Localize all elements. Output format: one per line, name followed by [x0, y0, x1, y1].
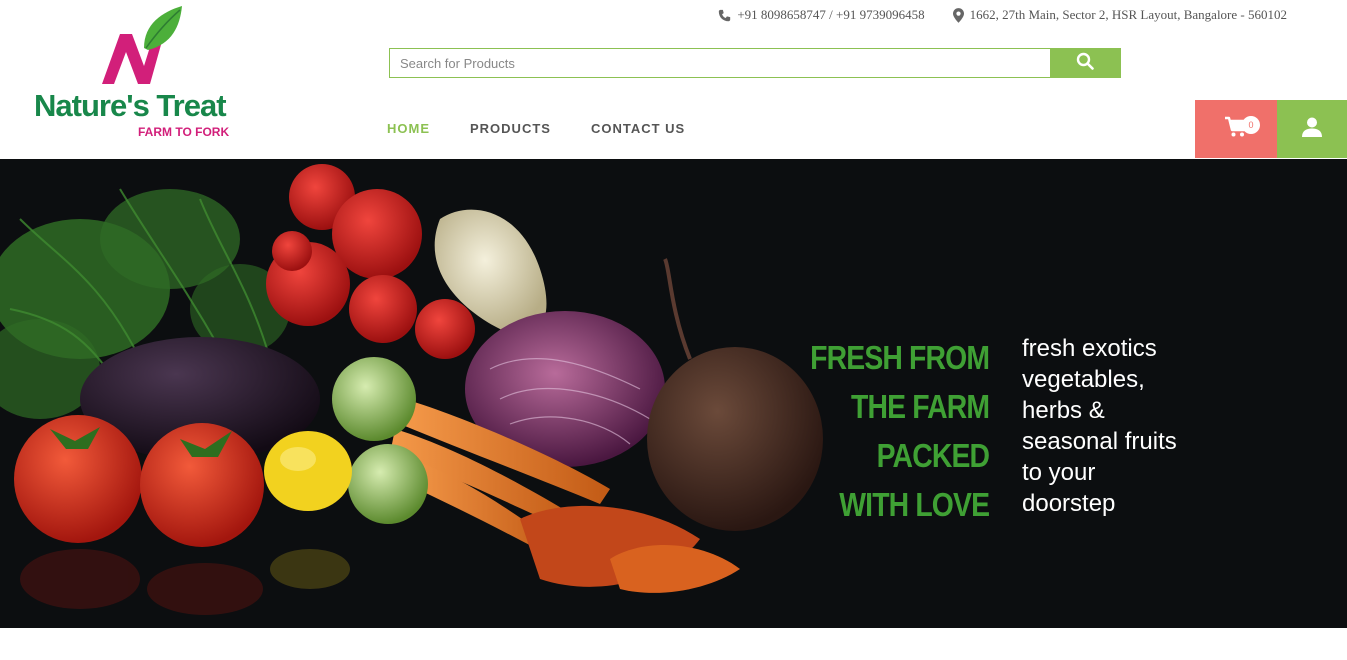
logo-tagline: FARM TO FORK — [138, 125, 230, 139]
hero-banner: FRESH FROM THE FARM PACKED WITH LOVE fre… — [0, 159, 1347, 628]
phone-numbers[interactable]: +91 8098658747 / +91 9739096458 — [737, 7, 924, 23]
user-icon — [1301, 116, 1323, 143]
hero-slogan: FRESH FROM THE FARM PACKED WITH LOVE — [809, 333, 990, 529]
description-line: vegetables, — [1022, 366, 1145, 393]
cart-button[interactable]: 0 — [1195, 100, 1277, 158]
description-line: seasonal fruits — [1022, 428, 1177, 455]
search-icon — [1076, 52, 1094, 75]
page: +91 8098658747 / +91 9739096458 1662, 27… — [0, 0, 1347, 660]
search-bar — [389, 48, 1121, 78]
description-line: doorstep — [1022, 490, 1116, 517]
slogan-line: PACKED — [876, 437, 989, 474]
nav-home[interactable]: HOME — [387, 121, 430, 136]
logo-brand-text: Nature's Treat — [34, 88, 227, 123]
logo-leaf-n-mark — [102, 6, 182, 84]
nav-contact-us[interactable]: CONTACT US — [591, 121, 685, 136]
phone-icon — [718, 9, 731, 22]
hero-description: fresh exotics vegetables, herbs & season… — [1022, 333, 1177, 519]
main-nav: HOME PRODUCTS CONTACT US — [387, 121, 685, 136]
map-marker-icon — [952, 7, 964, 23]
description-line: fresh exotics — [1022, 335, 1157, 362]
search-button[interactable] — [1050, 49, 1120, 77]
search-input[interactable] — [390, 49, 1050, 77]
contact-bar: +91 8098658747 / +91 9739096458 1662, 27… — [718, 7, 1287, 23]
cart-count-badge: 0 — [1242, 116, 1260, 134]
phone-info: +91 8098658747 / +91 9739096458 — [718, 7, 925, 23]
nav-products[interactable]: PRODUCTS — [470, 121, 551, 136]
slogan-line: FRESH FROM — [809, 339, 990, 376]
address-info: 1662, 27th Main, Sector 2, HSR Layout, B… — [952, 7, 1287, 23]
slogan-line: THE FARM — [850, 388, 990, 425]
address-text: 1662, 27th Main, Sector 2, HSR Layout, B… — [969, 7, 1287, 22]
user-account-button[interactable] — [1277, 100, 1347, 158]
description-line: herbs & — [1022, 397, 1105, 424]
slogan-line: WITH LOVE — [839, 486, 990, 523]
site-logo[interactable]: Nature's Treat FARM TO FORK — [30, 4, 250, 144]
description-line: to your — [1022, 459, 1096, 486]
